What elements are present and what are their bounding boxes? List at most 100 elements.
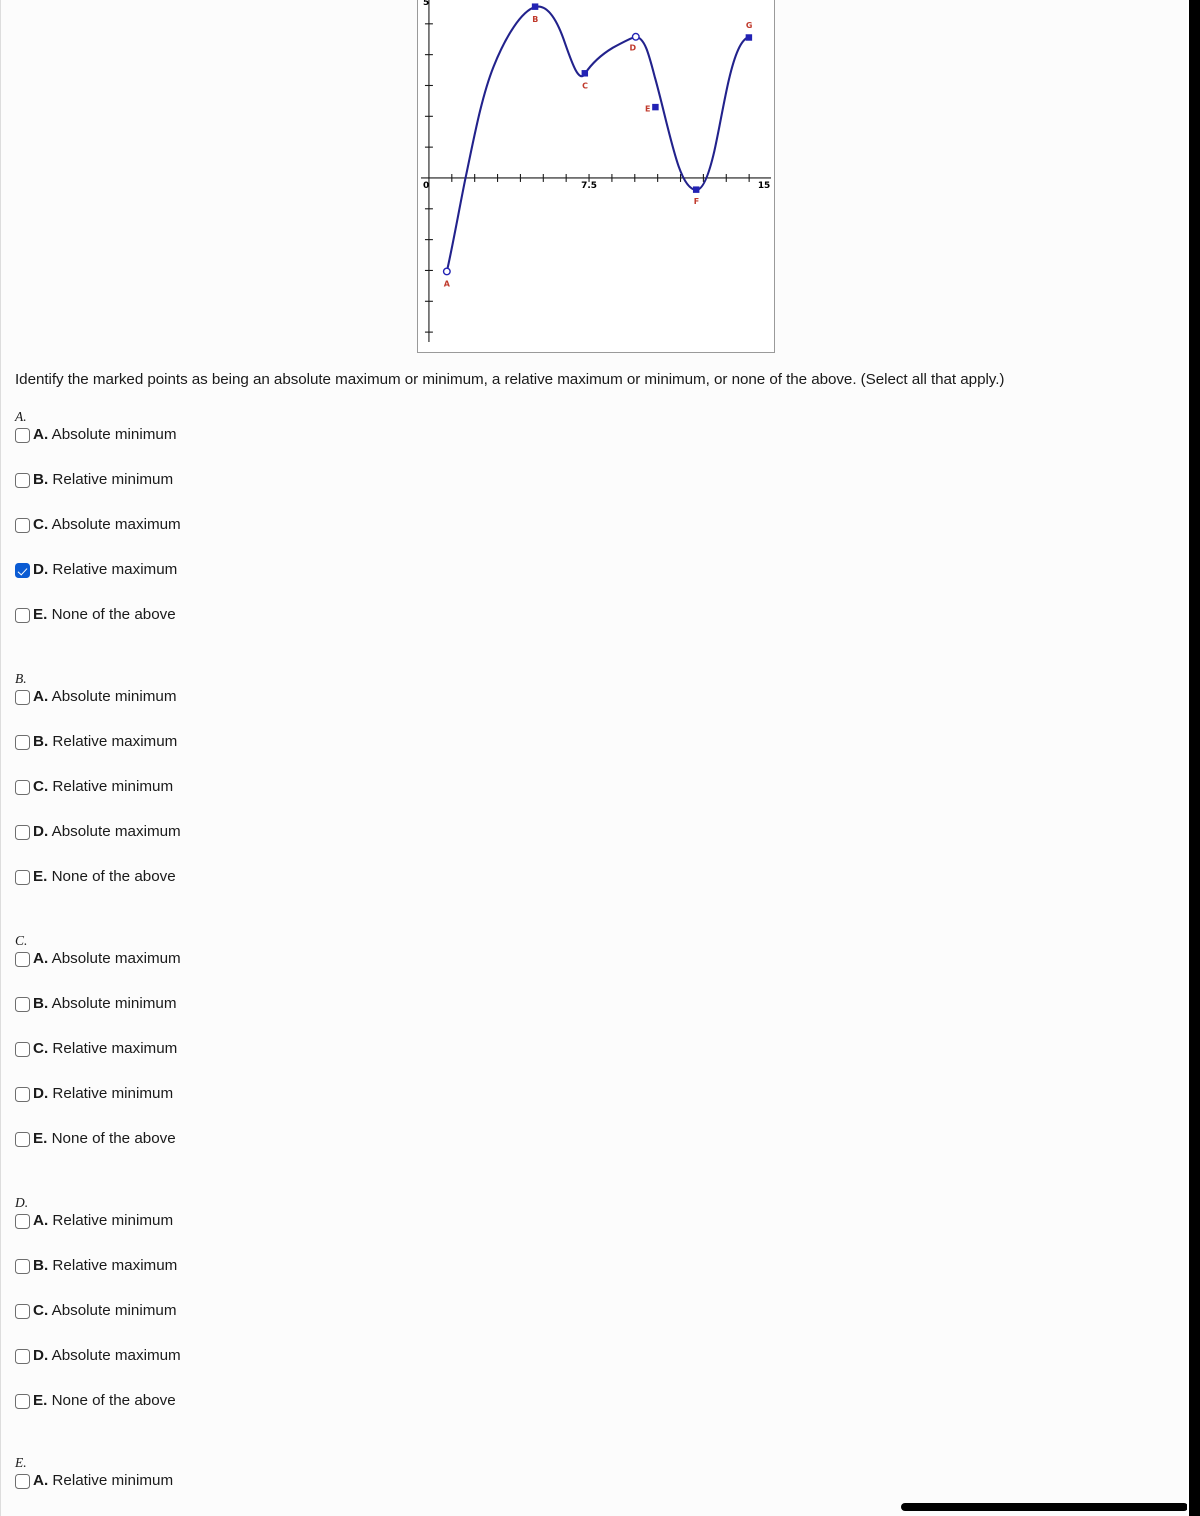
checkbox-icon[interactable] <box>15 690 30 705</box>
vertical-scrollbar[interactable] <box>1187 0 1200 1516</box>
checkbox-checked-icon[interactable] <box>15 563 30 578</box>
option-key: D. <box>33 823 49 840</box>
option-text: None of the above <box>47 606 176 623</box>
checkbox-icon[interactable] <box>15 1214 30 1229</box>
vertical-scrollbar-thumb[interactable] <box>1189 0 1200 1516</box>
checkbox-icon[interactable] <box>15 608 30 623</box>
option-text: Relative minimum <box>48 1085 174 1102</box>
checkbox-icon[interactable] <box>15 1304 30 1319</box>
option-row[interactable]: D. Relative minimum <box>15 1086 515 1131</box>
option-text: Absolute minimum <box>48 688 177 705</box>
option-key: C. <box>33 1040 49 1057</box>
option-text: Relative maximum <box>48 733 178 750</box>
option-label: D. Relative minimum <box>33 1086 173 1102</box>
function-graph: 5 0 7.5 15 A B C D E F G <box>417 0 775 353</box>
graph-point-label-F: F <box>694 197 699 206</box>
option-label: A. Absolute minimum <box>33 689 177 705</box>
horizontal-scrollbar[interactable] <box>1 1502 1188 1516</box>
option-text: Absolute maximum <box>48 823 181 840</box>
option-row[interactable]: C. Absolute minimum <box>15 1303 515 1348</box>
checkbox-icon[interactable] <box>15 1474 30 1489</box>
option-row[interactable]: A. Absolute minimum <box>15 427 515 472</box>
option-label: E. None of the above <box>33 1393 176 1409</box>
option-row[interactable]: A. Absolute maximum <box>15 951 515 996</box>
option-label: E. None of the above <box>33 869 176 885</box>
checkbox-icon[interactable] <box>15 825 30 840</box>
option-label: B. Relative minimum <box>33 472 173 488</box>
option-label: E. None of the above <box>33 607 176 623</box>
checkbox-icon[interactable] <box>15 1042 30 1057</box>
option-key: E. <box>33 868 48 885</box>
y-axis-tick-label-top: 5 <box>423 0 429 8</box>
option-text: None of the above <box>47 1130 176 1147</box>
graph-point-label-E: E <box>645 104 650 113</box>
option-row[interactable]: D. Relative maximum <box>15 562 515 607</box>
option-row[interactable]: E. None of the above <box>15 1131 515 1176</box>
option-text: Relative maximum <box>48 1040 178 1057</box>
checkbox-icon[interactable] <box>15 1394 30 1409</box>
checkbox-icon[interactable] <box>15 473 30 488</box>
option-row[interactable]: A. Relative minimum <box>15 1213 515 1258</box>
checkbox-icon[interactable] <box>15 1087 30 1102</box>
option-group-letter: A. <box>15 409 27 424</box>
checkbox-icon[interactable] <box>15 1349 30 1364</box>
option-group-letter: B. <box>15 671 27 686</box>
option-text: Absolute maximum <box>48 1347 181 1364</box>
checkbox-icon[interactable] <box>15 518 30 533</box>
option-row[interactable]: B. Relative maximum <box>15 1258 515 1303</box>
checkbox-icon[interactable] <box>15 870 30 885</box>
graph-point-E <box>652 103 659 111</box>
option-key: C. <box>33 778 49 795</box>
option-group-d: D. A. Relative minimum B. Relative maximum… <box>15 1195 515 1438</box>
option-row[interactable]: B. Relative minimum <box>15 472 515 517</box>
option-label: C. Absolute minimum <box>33 1303 177 1319</box>
option-text: Absolute minimum <box>48 1302 177 1319</box>
option-row[interactable]: B. Absolute minimum <box>15 996 515 1041</box>
option-row[interactable]: D. Absolute maximum <box>15 824 515 869</box>
option-text: Absolute maximum <box>48 950 181 967</box>
option-label: C. Relative maximum <box>33 1041 177 1057</box>
option-row[interactable]: C. Absolute maximum <box>15 517 515 562</box>
option-row[interactable]: C. Relative minimum <box>15 779 515 824</box>
option-label: A. Relative minimum <box>33 1213 173 1229</box>
option-group-letter: D. <box>15 1195 29 1210</box>
option-key: A. <box>33 950 49 967</box>
graph-point-label-B: B <box>532 15 538 24</box>
graph-point-B <box>531 3 539 10</box>
checkbox-icon[interactable] <box>15 1259 30 1274</box>
option-key: B. <box>33 1257 49 1274</box>
option-row[interactable]: E. None of the above <box>15 1393 515 1438</box>
option-key: A. <box>33 688 49 705</box>
checkbox-icon[interactable] <box>15 428 30 443</box>
option-label: D. Absolute maximum <box>33 1348 181 1364</box>
option-row[interactable]: E. None of the above <box>15 869 515 914</box>
option-text: Relative minimum <box>48 1472 174 1489</box>
function-curve <box>445 5 751 273</box>
question-page: 5 0 7.5 15 A B C D E F G Identify the ma… <box>0 0 1200 1516</box>
option-label: D. Relative maximum <box>33 562 177 578</box>
option-label: B. Absolute minimum <box>33 996 177 1012</box>
checkbox-icon[interactable] <box>15 735 30 750</box>
option-key: E. <box>33 1392 48 1409</box>
option-label: E. None of the above <box>33 1131 176 1147</box>
horizontal-scrollbar-thumb[interactable] <box>901 1503 1188 1511</box>
checkbox-icon[interactable] <box>15 952 30 967</box>
option-key: D. <box>33 1347 49 1364</box>
option-row[interactable]: E. None of the above <box>15 607 515 652</box>
option-label: B. Relative maximum <box>33 1258 177 1274</box>
option-row[interactable]: C. Relative maximum <box>15 1041 515 1086</box>
option-key: B. <box>33 733 49 750</box>
option-group-letter: E. <box>15 1455 27 1470</box>
checkbox-icon[interactable] <box>15 780 30 795</box>
graph-point-G <box>745 34 753 41</box>
option-group-c: C. A. Absolute maximum B. Absolute minimum… <box>15 933 515 1176</box>
option-row[interactable]: B. Relative maximum <box>15 734 515 779</box>
checkbox-icon[interactable] <box>15 997 30 1012</box>
option-row[interactable]: A. Absolute minimum <box>15 689 515 734</box>
checkbox-icon[interactable] <box>15 1132 30 1147</box>
graph-point-label-D: D <box>629 44 636 53</box>
x-axis-tick-label-0: 0 <box>423 181 429 191</box>
option-row[interactable]: D. Absolute maximum <box>15 1348 515 1393</box>
option-text: Absolute maximum <box>48 516 181 533</box>
option-group-a: A. A. Absolute minimum B. Relative minimum… <box>15 409 515 652</box>
